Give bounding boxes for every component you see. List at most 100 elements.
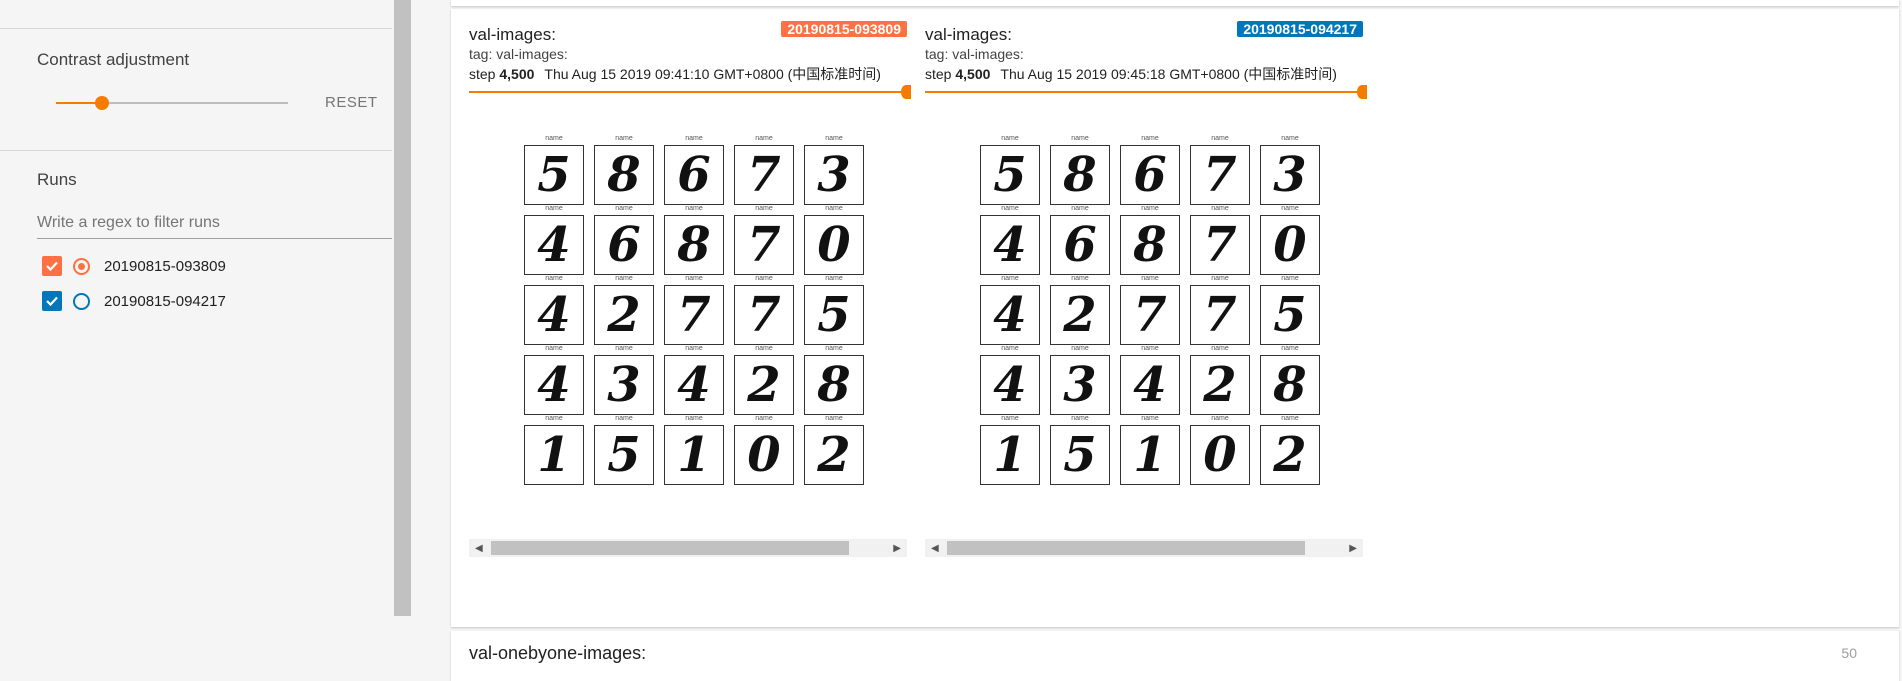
digit-image: 2 [1190, 355, 1250, 415]
digit-image: 7 [1190, 285, 1250, 345]
run-radio[interactable] [73, 257, 90, 275]
tile-caption: name [685, 135, 703, 142]
panel-date: Thu Aug 15 2019 09:41:10 GMT+0800 (中国标准时… [544, 66, 881, 82]
run-item[interactable]: 20190815-094217 [42, 289, 226, 313]
digit-image: 4 [524, 355, 584, 415]
contrast-slider-thumb[interactable] [95, 96, 110, 110]
image-grid: name 5 name 8 name 6 name 7 name 3 name 4 name 6 name 8… [980, 135, 1322, 499]
tile-caption: name [1141, 415, 1159, 422]
tile-caption: name [1211, 275, 1229, 282]
tile-caption: name [755, 345, 773, 352]
tile-caption: name [1211, 135, 1229, 142]
digit-image: 1 [664, 425, 724, 485]
horizontal-scrollbar[interactable]: ◀ ▶ [469, 539, 907, 557]
tile-caption: name [545, 205, 563, 212]
tile-caption: name [1001, 135, 1019, 142]
sidebar: Contrast adjustment RESET Runs 20190815-… [0, 0, 394, 681]
tile-caption: name [755, 135, 773, 142]
scroll-thumb[interactable] [947, 541, 1305, 555]
tile-caption: name [545, 345, 563, 352]
scroll-right-icon[interactable]: ▶ [1349, 543, 1357, 554]
tile-caption: name [825, 415, 843, 422]
scroll-left-icon[interactable]: ◀ [475, 543, 483, 554]
panel-title: val-images: [925, 25, 1012, 44]
tile-caption: name [1071, 275, 1089, 282]
tile-caption: name [1281, 275, 1299, 282]
digit-image: 5 [524, 145, 584, 205]
digit-image: 8 [1050, 145, 1110, 205]
panel-tag: tag: val-images: [925, 46, 1024, 62]
run-label: 20190815-093809 [104, 257, 226, 275]
digit-image: 0 [734, 425, 794, 485]
tile-caption: name [545, 135, 563, 142]
tile-caption: name [685, 275, 703, 282]
step-slider-thumb[interactable] [1357, 85, 1367, 99]
horizontal-scrollbar[interactable]: ◀ ▶ [925, 539, 1363, 557]
digit-image: 1 [524, 425, 584, 485]
digit-image: 3 [594, 355, 654, 415]
tile-caption: name [1211, 415, 1229, 422]
tile-caption: name [615, 345, 633, 352]
tile-caption: name [755, 415, 773, 422]
step-value: 4,500 [955, 66, 991, 82]
tile-caption: name [1071, 415, 1089, 422]
tile-caption: name [1001, 345, 1019, 352]
divider [0, 150, 392, 151]
digit-image: 8 [594, 145, 654, 205]
tile-caption: name [1141, 135, 1159, 142]
digit-image: 7 [664, 285, 724, 345]
digit-image: 4 [980, 285, 1040, 345]
run-filter-input[interactable] [37, 208, 392, 239]
run-checkbox[interactable] [42, 256, 62, 276]
run-badge: 20190815-093809 [781, 21, 907, 37]
digit-image: 3 [804, 145, 864, 205]
step-slider[interactable] [925, 85, 1367, 99]
digit-image: 4 [1120, 355, 1180, 415]
reset-button[interactable]: RESET [325, 94, 378, 111]
digit-image: 0 [1190, 425, 1250, 485]
tile-caption: name [1071, 135, 1089, 142]
tile-caption: name [1211, 205, 1229, 212]
digit-image: 2 [594, 285, 654, 345]
tile-caption: name [615, 275, 633, 282]
digit-image: 5 [804, 285, 864, 345]
digit-image: 8 [1120, 215, 1180, 275]
step-slider-thumb[interactable] [901, 85, 911, 99]
onebyone-card[interactable]: val-onebyone-images: 50 [451, 631, 1899, 681]
panel-title: val-images: [469, 25, 556, 44]
panel-tag: tag: val-images: [469, 46, 568, 62]
contrast-slider[interactable] [56, 96, 288, 110]
scroll-right-icon[interactable]: ▶ [893, 543, 901, 554]
tile-caption: name [1281, 135, 1299, 142]
card-count: 50 [1841, 645, 1857, 661]
run-item[interactable]: 20190815-093809 [42, 254, 226, 278]
runs-title: Runs [37, 170, 77, 189]
tile-caption: name [755, 205, 773, 212]
run-checkbox[interactable] [42, 291, 62, 311]
digit-image: 7 [734, 145, 794, 205]
digit-image: 8 [804, 355, 864, 415]
digit-image: 2 [1260, 425, 1320, 485]
digit-image: 3 [1050, 355, 1110, 415]
tile-caption: name [825, 345, 843, 352]
digit-image: 8 [1260, 355, 1320, 415]
panel-date: Thu Aug 15 2019 09:45:18 GMT+0800 (中国标准时… [1000, 66, 1337, 82]
digit-image: 7 [734, 285, 794, 345]
scroll-thumb[interactable] [491, 541, 849, 555]
digit-image: 6 [1050, 215, 1110, 275]
tile-caption: name [1281, 205, 1299, 212]
image-card: 20190815-093809 val-images: tag: val-ima… [451, 9, 1899, 627]
digit-image: 6 [594, 215, 654, 275]
digit-image: 4 [524, 215, 584, 275]
run-radio[interactable] [73, 292, 90, 310]
tile-caption: name [615, 415, 633, 422]
sidebar-scrollbar[interactable] [394, 0, 411, 616]
digit-image: 1 [1120, 425, 1180, 485]
radio-dot [78, 298, 85, 305]
tile-caption: name [1211, 345, 1229, 352]
digit-image: 7 [1190, 145, 1250, 205]
digit-image: 5 [980, 145, 1040, 205]
image-panel: 20190815-093809 val-images: tag: val-ima… [469, 9, 911, 569]
step-slider[interactable] [469, 85, 911, 99]
scroll-left-icon[interactable]: ◀ [931, 543, 939, 554]
